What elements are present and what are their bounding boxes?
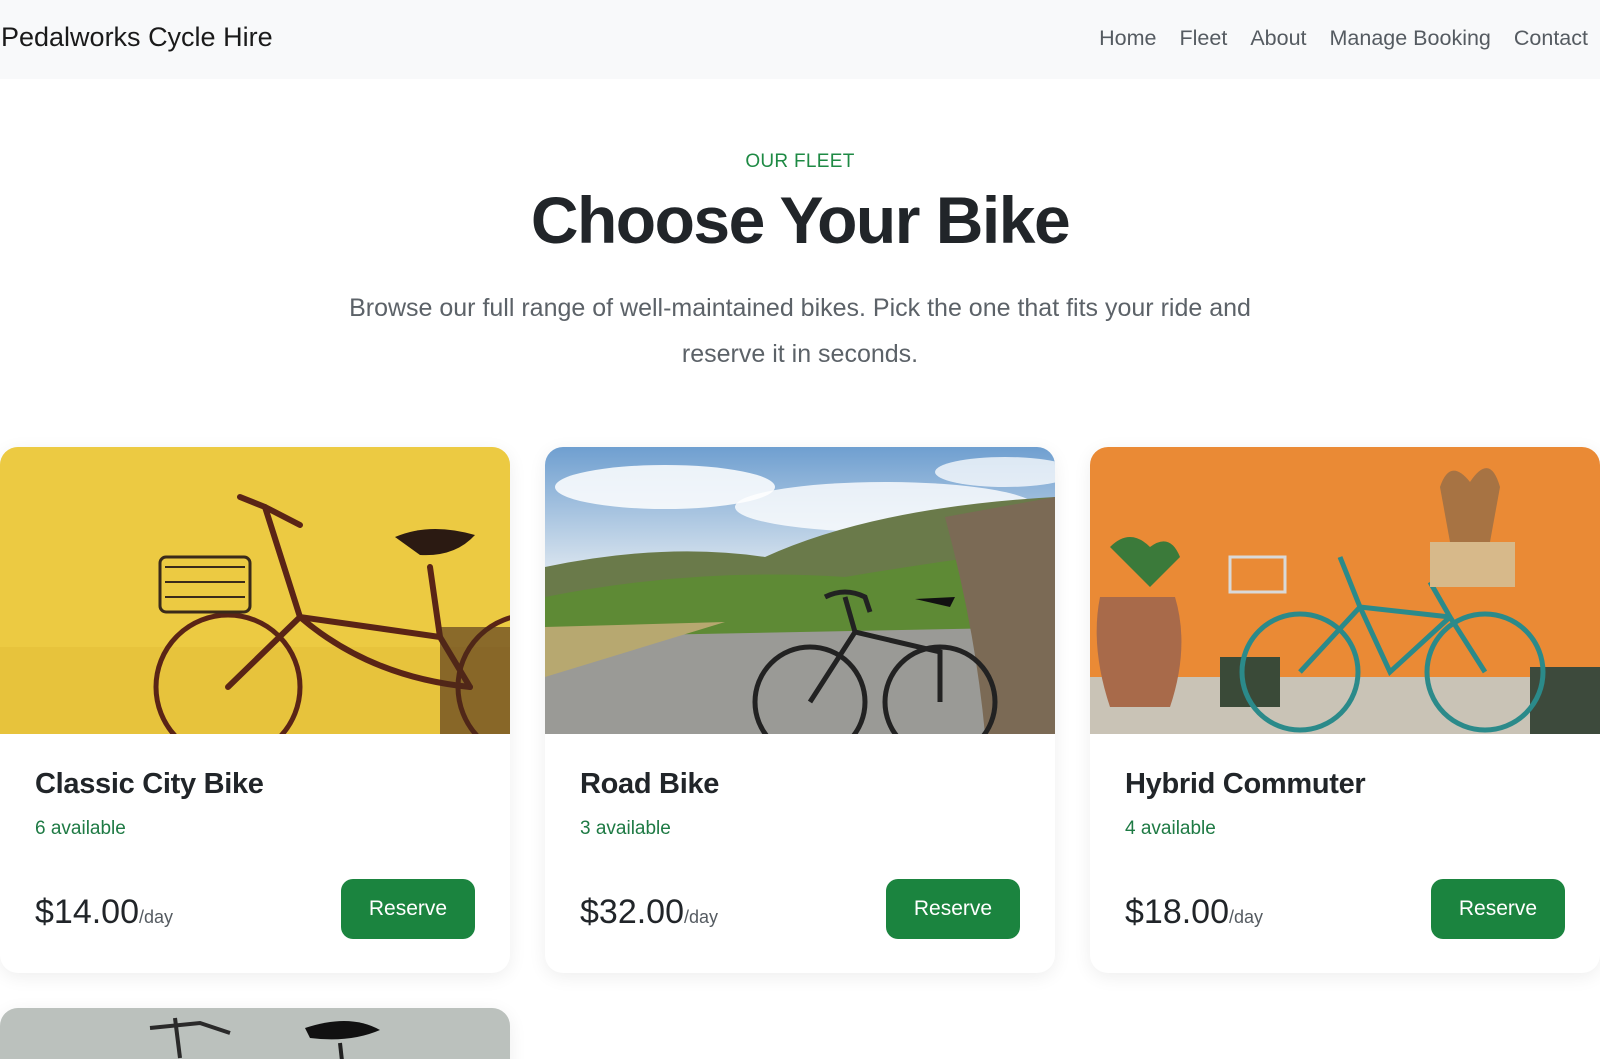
reserve-button[interactable]: Reserve <box>1431 879 1565 939</box>
nav-link-home[interactable]: Home <box>1099 26 1156 51</box>
price-unit: /day <box>1229 907 1264 927</box>
reserve-button[interactable]: Reserve <box>886 879 1020 939</box>
bike-photo-hybrid-commuter <box>1090 447 1600 734</box>
page-title: Choose Your Bike <box>530 183 1071 257</box>
bike-price: $18.00/day <box>1125 893 1263 932</box>
price-amount: $14.00 <box>35 893 139 931</box>
bike-availability: 4 available <box>1125 818 1216 839</box>
bike-price: $32.00/day <box>580 893 718 932</box>
price-unit: /day <box>139 907 174 927</box>
page-subtitle: Browse our full range of well-maintained… <box>349 294 1251 368</box>
price-amount: $18.00 <box>1125 893 1229 931</box>
bike-photo-classic-city <box>0 447 510 734</box>
nav-link-manage-booking[interactable]: Manage Booking <box>1330 26 1491 51</box>
bike-price: $14.00/day <box>35 893 173 932</box>
price-unit: /day <box>684 907 719 927</box>
price-amount: $32.00 <box>580 893 684 931</box>
nav-link-contact[interactable]: Contact <box>1514 26 1588 51</box>
bike-photo-road <box>545 447 1055 734</box>
bike-name: Hybrid Commuter <box>1125 768 1366 800</box>
section-eyebrow: OUR FLEET <box>745 151 855 172</box>
navbar: Pedalworks Cycle Hire Home Fleet About M… <box>0 0 1600 79</box>
bike-card-hybrid-commuter: Hybrid Commuter 4 available $18.00/day R… <box>1090 447 1600 973</box>
bike-name: Road Bike <box>580 768 720 800</box>
bike-photo-partial <box>0 1008 510 1059</box>
reserve-button[interactable]: Reserve <box>341 879 475 939</box>
nav-links: Home Fleet About Manage Booking Contact <box>1099 26 1588 51</box>
bike-card-road: Road Bike 3 available $32.00/day Reserve <box>545 447 1055 973</box>
nav-link-fleet[interactable]: Fleet <box>1180 26 1228 51</box>
bike-availability: 3 available <box>580 818 671 839</box>
bike-name: Classic City Bike <box>35 768 264 800</box>
bike-card-classic-city: Classic City Bike 6 available $14.00/day… <box>0 447 510 973</box>
nav-link-about[interactable]: About <box>1250 26 1306 51</box>
brand-logo[interactable]: Pedalworks Cycle Hire <box>1 22 273 53</box>
bike-availability: 6 available <box>35 818 126 839</box>
bike-card-partial <box>0 1008 510 1059</box>
